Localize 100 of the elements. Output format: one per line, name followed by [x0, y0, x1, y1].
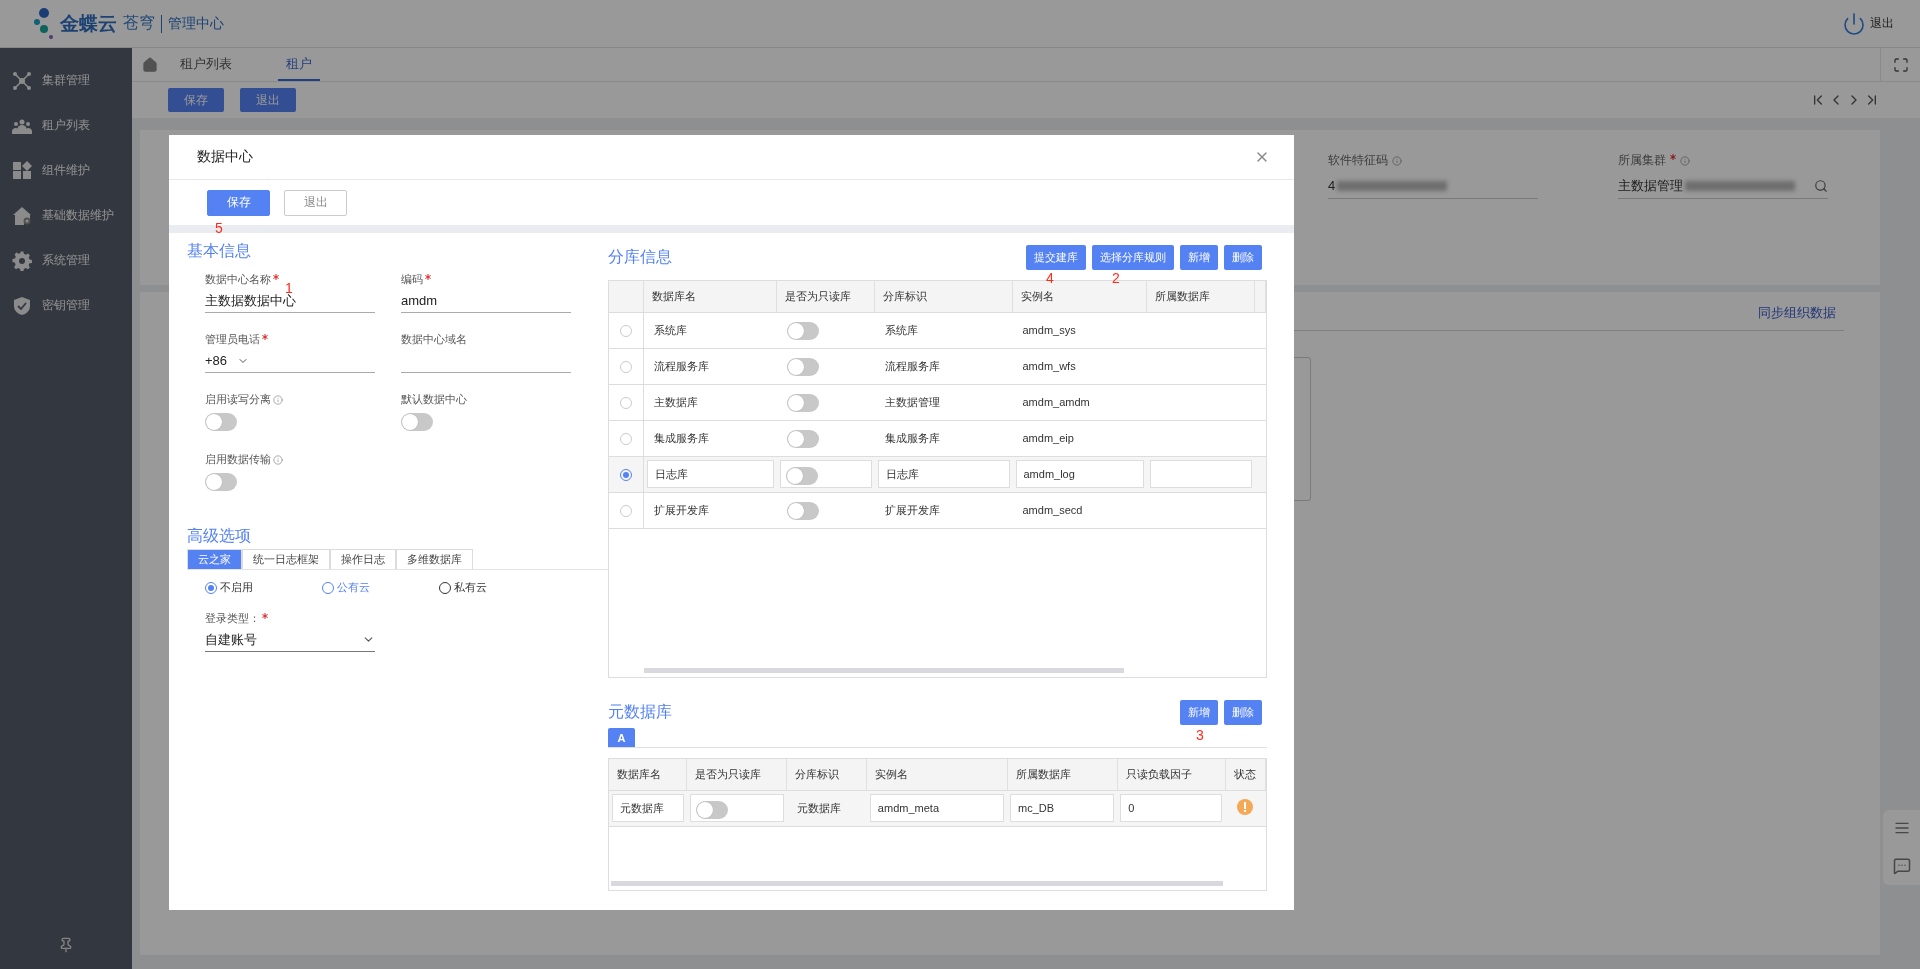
column-header: 数据库名: [608, 759, 687, 790]
network-icon: [12, 70, 32, 91]
select-field[interactable]: 自建账号: [205, 628, 375, 652]
table-cell: amdm_secd: [1012, 492, 1147, 528]
pin-icon[interactable]: [58, 937, 74, 953]
logout-button[interactable]: 退出: [1836, 10, 1900, 37]
sidebar-item[interactable]: 基础数据维护: [0, 193, 132, 238]
field-label: 数据中心域名: [401, 332, 467, 347]
radio-label: 私有云: [454, 580, 487, 595]
required-icon: [273, 274, 279, 280]
action-button[interactable]: 选择分库规则: [1092, 245, 1174, 270]
database-field[interactable]: [1149, 460, 1252, 488]
sidebar-item[interactable]: 系统管理: [0, 238, 132, 283]
column-header: 所属数据库: [1007, 759, 1118, 790]
required-icon: [1670, 154, 1676, 160]
text-field[interactable]: amdm: [401, 289, 571, 313]
action-button[interactable]: 提交建库: [1026, 245, 1086, 270]
instance-field[interactable]: amdm_log: [1015, 460, 1144, 488]
info-icon: [273, 394, 283, 405]
sidebar-item[interactable]: 组件维护: [0, 148, 132, 193]
toggle-switch[interactable]: [786, 358, 819, 376]
toggle-switch[interactable]: [205, 413, 237, 431]
column-header: 所属数据库: [1146, 281, 1255, 312]
column-header: 实例名: [866, 759, 1008, 790]
house-gear-icon: [12, 205, 32, 226]
toggle-switch[interactable]: [786, 430, 819, 448]
field-label: 登录类型：: [205, 611, 260, 626]
app-title: 管理中心: [161, 14, 224, 33]
warning-icon: [1237, 799, 1254, 815]
column-header: 是否为只读库: [776, 281, 875, 312]
field-label: 启用读写分离: [205, 392, 271, 407]
toggle-switch[interactable]: [205, 473, 237, 491]
table-cell: 主数据管理: [874, 384, 1013, 420]
tag-field[interactable]: 日志库: [877, 460, 1010, 488]
sidebar-item[interactable]: 集群管理: [0, 58, 132, 103]
section-title: 分库信息: [607, 247, 672, 267]
text-field[interactable]: 主数据管理: [1618, 173, 1828, 199]
text-field[interactable]: 4: [1328, 173, 1538, 199]
database-tab[interactable]: A: [607, 728, 636, 747]
info-icon: [273, 454, 283, 465]
search-icon[interactable]: [1814, 178, 1828, 193]
expand-icon: [1892, 56, 1909, 73]
section-title: 高级选项: [187, 526, 252, 546]
option-tab[interactable]: 云之家: [187, 549, 242, 569]
action-button[interactable]: 删除: [1224, 245, 1262, 270]
table-cell: 扩展开发库: [874, 492, 1013, 528]
table-cell: amdm_eip: [1012, 420, 1147, 456]
shield-icon: [12, 295, 32, 316]
name-field[interactable]: 元数据库: [611, 794, 684, 822]
settings-icon: [12, 250, 32, 271]
required-icon: [262, 613, 268, 619]
brand-name: 金蝶云: [60, 11, 117, 36]
toggle-switch[interactable]: [786, 394, 819, 412]
action-button[interactable]: 删除: [1224, 700, 1262, 725]
toggle-switch[interactable]: [695, 801, 728, 819]
home-icon[interactable]: [142, 56, 158, 73]
column-header: 是否为只读库: [686, 759, 787, 790]
toggle-switch[interactable]: [786, 502, 819, 520]
toggle-switch[interactable]: [786, 322, 819, 340]
sidebar-item[interactable]: 租户列表: [0, 103, 132, 148]
exit-button[interactable]: 退出: [284, 189, 347, 216]
phone-field[interactable]: +86: [205, 349, 375, 373]
table-cell: amdm_amdm: [1012, 384, 1147, 420]
field-label: 数据中心名称: [205, 272, 271, 287]
database-field[interactable]: mc_DB: [1010, 794, 1115, 822]
field-label: 管理员电话: [205, 332, 260, 347]
annotation-number: 3: [1196, 727, 1204, 743]
action-button[interactable]: 新增: [1180, 700, 1218, 725]
toggle-switch[interactable]: [785, 467, 818, 485]
scrollbar-thumb[interactable]: [610, 881, 1223, 886]
column-header: 数据库名: [643, 281, 777, 312]
scrollbar-thumb[interactable]: [643, 668, 1124, 673]
info-icon: [1680, 155, 1690, 166]
toolbar-button[interactable]: 退出: [240, 88, 296, 112]
option-tab[interactable]: 操作日志: [330, 549, 396, 569]
column-header: 只读负载因子: [1117, 759, 1226, 790]
option-tab[interactable]: 统一日志框架: [242, 549, 330, 569]
toggle-switch[interactable]: [401, 413, 433, 431]
dialog-title: 数据中心: [197, 148, 253, 166]
radio-label: 公有云: [337, 580, 370, 595]
page-tab[interactable]: 租户列表: [172, 48, 240, 81]
power-icon: [1842, 11, 1866, 36]
save-button[interactable]: 保存: [207, 189, 270, 216]
table-cell: 流程服务库: [643, 348, 777, 384]
field-label: 默认数据中心: [401, 392, 467, 407]
chat-icon[interactable]: [1892, 856, 1911, 875]
toolbar-button[interactable]: 保存: [168, 88, 224, 112]
section-title: 基本信息: [187, 241, 252, 261]
table-cell: 系统库: [643, 312, 777, 348]
required-icon: [425, 274, 431, 280]
action-button[interactable]: 新增: [1180, 245, 1218, 270]
grid-icon: [12, 160, 32, 181]
name-field[interactable]: 日志库: [647, 460, 774, 488]
table-cell: amdm_sys: [1012, 312, 1147, 348]
sidebar-item[interactable]: 密钥管理: [0, 283, 132, 328]
factor-field[interactable]: 0: [1120, 794, 1223, 822]
required-icon: [262, 334, 268, 340]
option-tab[interactable]: 多维数据库: [396, 549, 473, 569]
column-header: 分库标识: [874, 281, 1013, 312]
instance-field[interactable]: amdm_meta: [869, 794, 1005, 822]
